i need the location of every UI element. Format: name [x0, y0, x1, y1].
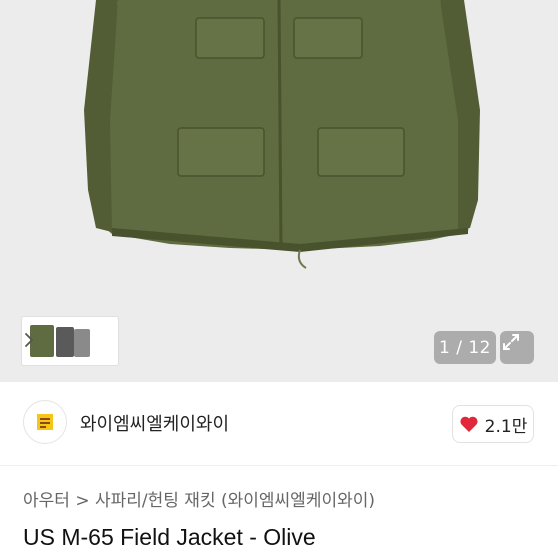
thumbnail-strip[interactable]: [22, 317, 118, 365]
shop-name[interactable]: 와이엠씨엘케이와이: [80, 410, 229, 436]
breadcrumb[interactable]: 아우터 > 사파리/헌팅 재킷 (와이엠씨엘케이와이): [23, 486, 375, 511]
expand-button[interactable]: [500, 331, 534, 364]
product-title: US M-65 Field Jacket - Olive: [23, 524, 316, 550]
like-button[interactable]: 2.1만: [452, 405, 534, 443]
product-image-gallery[interactable]: 1 / 12: [0, 0, 558, 382]
chevron-right-icon[interactable]: [22, 329, 36, 351]
shop-logo-icon: [37, 414, 53, 430]
jacket-thumbnails: [30, 325, 90, 357]
heart-icon: [460, 416, 478, 432]
expand-icon: [503, 334, 519, 350]
like-count: 2.1만: [484, 416, 528, 437]
shop-avatar[interactable]: [23, 400, 67, 444]
image-counter: 1 / 12: [434, 331, 496, 364]
